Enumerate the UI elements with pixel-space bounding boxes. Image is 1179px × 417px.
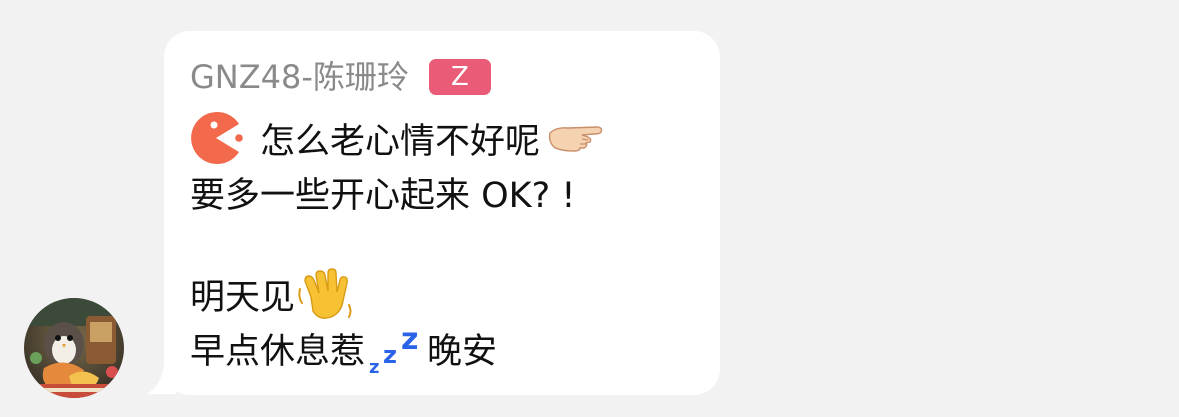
member-badge: Z bbox=[428, 59, 491, 95]
svg-text:z: z bbox=[401, 322, 418, 357]
message-line-3: 明天见 bbox=[190, 267, 710, 321]
pacman-icon bbox=[190, 112, 244, 164]
waving-hand-icon bbox=[297, 267, 353, 321]
message-line-4: 早点休息惹 z z z 晚安 bbox=[190, 321, 710, 375]
svg-text:z: z bbox=[369, 357, 379, 375]
svg-text:z: z bbox=[383, 341, 397, 369]
message-line-2-text: 要多一些开心起来 OK? ! bbox=[190, 175, 576, 216]
pointing-hand-icon bbox=[546, 123, 604, 153]
message-text: 怎么老心情不好呢 要多一些开心起来 OK? ! 明天见 早点休息惹 z z z … bbox=[190, 111, 710, 375]
message-line-3-text: 明天见 bbox=[190, 277, 296, 318]
message-line-4-text-before: 早点休息惹 bbox=[190, 331, 366, 372]
sender-row: GNZ48-陈珊玲 Z bbox=[190, 57, 491, 97]
zzz-icon: z z z bbox=[367, 321, 427, 375]
message-bubble[interactable]: GNZ48-陈珊玲 Z 怎么老心情不好呢 要多一些开心起来 OK? ! 明天见 … bbox=[164, 31, 720, 395]
sender-name[interactable]: GNZ48-陈珊玲 bbox=[190, 57, 409, 97]
message-line-1: 怎么老心情不好呢 bbox=[190, 111, 710, 165]
avatar-image bbox=[24, 298, 124, 398]
message-line-1-text: 怎么老心情不好呢 bbox=[260, 121, 541, 162]
message-line-4-text-after: 晚安 bbox=[427, 331, 498, 372]
message-line-2: 要多一些开心起来 OK? ! bbox=[190, 165, 710, 219]
avatar[interactable] bbox=[24, 298, 124, 398]
